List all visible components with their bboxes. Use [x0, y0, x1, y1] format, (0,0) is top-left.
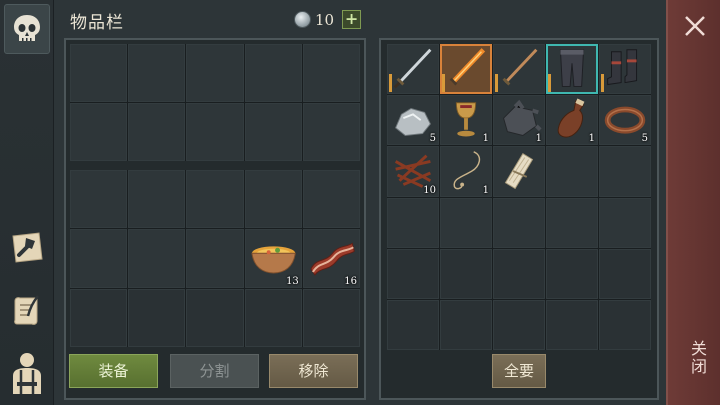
container-slot[interactable] [387, 248, 439, 299]
container-slot-leg-armor[interactable] [546, 44, 598, 95]
inventory-slot[interactable] [244, 103, 302, 161]
sword-icon [393, 48, 432, 89]
inventory-slot[interactable] [70, 103, 128, 161]
item-quantity: 5 [641, 133, 648, 145]
tab-inventory[interactable] [4, 4, 50, 54]
container-slot[interactable] [493, 299, 545, 350]
container-slot[interactable] [599, 197, 651, 248]
split-button[interactable]: 分割 [170, 354, 259, 388]
sidebar [0, 0, 54, 405]
container-slot-bronze-sword[interactable] [493, 44, 545, 95]
container-slot-stone[interactable]: 5 [387, 95, 439, 146]
tab-recipes[interactable] [4, 286, 50, 336]
character-silhouette-icon [13, 353, 41, 394]
container-slot[interactable] [546, 299, 598, 350]
add-coins-button[interactable]: + [342, 10, 362, 29]
inventory-slot[interactable] [302, 44, 360, 102]
inventory-slot[interactable] [244, 44, 302, 102]
item-quantity: 1 [482, 133, 489, 145]
inventory-slot[interactable] [128, 288, 186, 347]
skull-icon [14, 15, 40, 41]
inventory-slot[interactable] [186, 229, 244, 288]
container-slot-necklace[interactable]: 1 [440, 146, 492, 197]
container-slot-bandage-roll[interactable] [493, 146, 545, 197]
inventory-slot[interactable] [186, 44, 244, 102]
close-panel[interactable]: 关闭 [666, 0, 720, 405]
inventory-slot-soup[interactable]: 13 [244, 229, 302, 288]
scroll-quill-icon [14, 295, 39, 325]
item-quantity: 1 [535, 133, 542, 145]
inventory-slot[interactable] [186, 103, 244, 161]
hammer-map-icon [12, 232, 43, 263]
inventory-slot[interactable] [128, 44, 186, 102]
fire-sword-icon [449, 48, 486, 86]
item-quantity: 10 [423, 184, 436, 196]
container-slot[interactable] [387, 197, 439, 248]
page-title: 物品栏 [70, 13, 124, 33]
inventory-slot[interactable] [70, 170, 128, 229]
container-slot[interactable] [599, 248, 651, 299]
container-slot[interactable] [546, 248, 598, 299]
container-slot-boots[interactable] [599, 44, 651, 95]
bandage-roll-icon [504, 153, 534, 190]
container-slot-fire-sword[interactable] [440, 44, 492, 95]
close-icon[interactable] [681, 12, 709, 40]
inventory-slot[interactable] [302, 170, 360, 229]
container-slot-sword[interactable] [387, 44, 439, 95]
inventory-slot-bacon[interactable]: 16 [302, 229, 360, 288]
inventory-slot[interactable] [244, 170, 302, 229]
item-quantity: 5 [429, 133, 436, 145]
player-inventory-panel: 13 16 [64, 38, 366, 400]
inventory-slot[interactable] [186, 288, 244, 347]
container-slots-grid: 5 1 1 1 5 10 1 [387, 44, 651, 350]
equip-button[interactable]: 装备 [69, 354, 158, 388]
container-slot[interactable] [440, 248, 492, 299]
leg-armor-icon [559, 49, 585, 87]
item-quantity: 1 [482, 184, 489, 196]
item-quantity: 16 [344, 275, 357, 287]
inventory-slot[interactable] [128, 229, 186, 288]
backpack-slots-grid: 13 16 [70, 170, 360, 347]
inventory-slot[interactable] [128, 103, 186, 161]
equipment-slots-grid [70, 44, 360, 161]
container-slot[interactable] [440, 299, 492, 350]
silver-coin-icon [294, 11, 311, 28]
container-slot-rope-bundle[interactable]: 10 [387, 146, 439, 197]
inventory-slot[interactable] [302, 103, 360, 161]
container-panel: 5 1 1 1 5 10 1 [379, 38, 659, 400]
tab-character[interactable] [4, 348, 50, 398]
container-slot-leather-strap[interactable]: 5 [599, 95, 651, 146]
item-quantity: 13 [286, 275, 299, 287]
inventory-slot[interactable] [186, 170, 244, 229]
close-button[interactable]: 关闭 [685, 340, 709, 376]
inventory-slot[interactable] [302, 288, 360, 347]
container-slot[interactable] [493, 248, 545, 299]
container-slot-goblet[interactable]: 1 [440, 95, 492, 146]
boots-icon [607, 49, 638, 86]
tab-craft[interactable] [4, 222, 50, 272]
container-slot[interactable] [546, 146, 598, 197]
container-slot[interactable] [599, 299, 651, 350]
container-slot[interactable] [493, 197, 545, 248]
container-slot-gear-chunk[interactable]: 1 [493, 95, 545, 146]
inventory-slot[interactable] [70, 288, 128, 347]
container-slot[interactable] [387, 299, 439, 350]
container-slot-leather-bottle[interactable]: 1 [546, 95, 598, 146]
coin-amount: 10 [315, 10, 335, 29]
container-slot[interactable] [440, 197, 492, 248]
inventory-slot[interactable] [70, 229, 128, 288]
bronze-sword-icon [502, 48, 538, 86]
remove-button[interactable]: 移除 [269, 354, 358, 388]
inventory-slot[interactable] [128, 170, 186, 229]
container-slot[interactable] [546, 197, 598, 248]
item-quantity: 1 [588, 133, 595, 145]
take-all-button[interactable]: 全要 [492, 354, 546, 388]
inventory-slot[interactable] [70, 44, 128, 102]
inventory-slot[interactable] [244, 288, 302, 347]
container-slot[interactable] [599, 146, 651, 197]
coin-counter: 10 + [294, 10, 362, 29]
